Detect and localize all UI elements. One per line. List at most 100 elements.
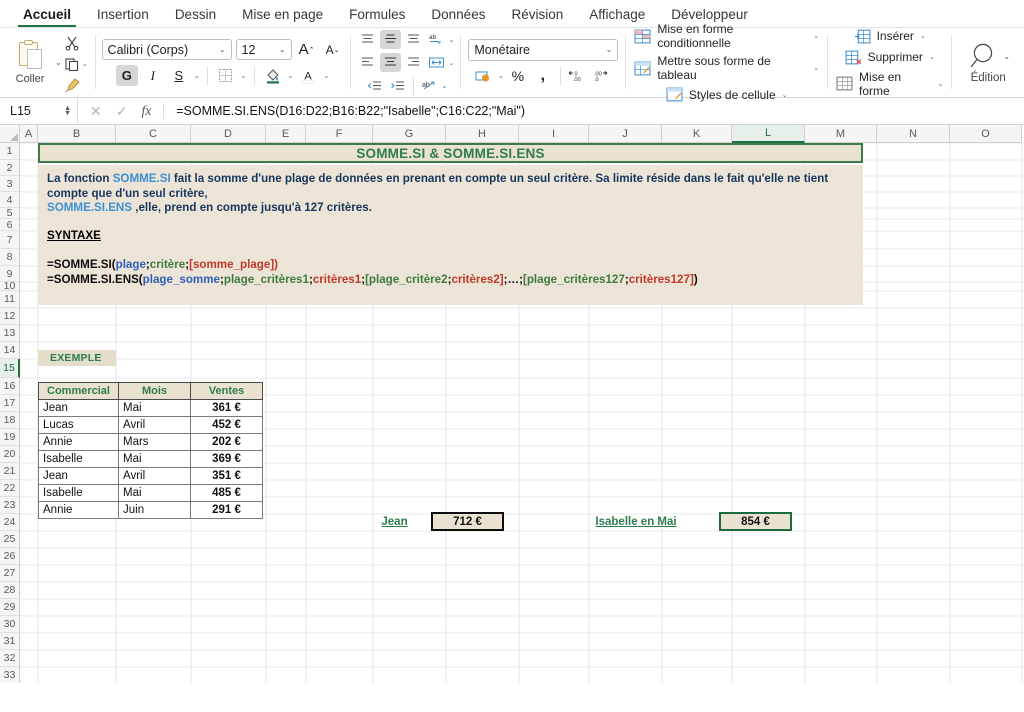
select-all-corner[interactable] <box>0 125 20 143</box>
copy-button[interactable]: ⌄ <box>64 55 88 73</box>
orientation-chevron-down-icon[interactable]: ⌄ <box>449 36 455 44</box>
copy-chevron-down-icon[interactable]: ⌄ <box>82 60 88 68</box>
table-cell[interactable]: Mai <box>118 484 191 502</box>
row-header-5[interactable]: 5 <box>0 207 20 219</box>
number-format-select[interactable]: Monétaire ⌄ <box>468 38 619 61</box>
column-header-G[interactable]: G <box>373 125 446 143</box>
column-header-M[interactable]: M <box>805 125 877 143</box>
row-header-21[interactable]: 21 <box>0 463 20 480</box>
cell-styles-button[interactable]: Styles de cellule ⌄ <box>666 86 788 103</box>
table-cell[interactable]: Avril <box>118 467 191 485</box>
confirm-formula-icon[interactable]: ✓ <box>116 103 128 120</box>
row-header-11[interactable]: 11 <box>0 291 20 308</box>
underline-button[interactable]: S <box>168 65 190 86</box>
row-header-16[interactable]: 16 <box>0 378 20 395</box>
row-header-20[interactable]: 20 <box>0 446 20 463</box>
insert-cells-button[interactable]: Insérer ⌄ <box>854 28 926 45</box>
column-header-E[interactable]: E <box>266 125 306 143</box>
tab-developpeur[interactable]: Développeur <box>658 5 761 27</box>
column-header-L[interactable]: L <box>732 125 805 143</box>
table-cell[interactable]: Lucas <box>38 416 119 434</box>
formula-input[interactable]: =SOMME.SI.ENS(D16:D22;B16:B22;"Isabelle"… <box>164 104 525 118</box>
format-cells-button[interactable]: Mise en forme ⌄ <box>836 70 943 98</box>
column-header-A[interactable]: A <box>20 125 38 143</box>
column-header-I[interactable]: I <box>519 125 589 143</box>
tab-affichage[interactable]: Affichage <box>576 5 658 27</box>
tab-donnees[interactable]: Données <box>418 5 498 27</box>
tab-formules[interactable]: Formules <box>336 5 418 27</box>
font-color-chevron-down-icon[interactable]: ⌄ <box>323 72 329 80</box>
result-value-jean[interactable]: 712 € <box>431 512 504 531</box>
delete-cells-button[interactable]: Supprimer ⌄ <box>845 49 935 66</box>
row-header-17[interactable]: 17 <box>0 395 20 412</box>
tab-revision[interactable]: Révision <box>498 5 576 27</box>
decrease-indent-button[interactable] <box>364 76 385 95</box>
row-header-27[interactable]: 27 <box>0 565 20 582</box>
column-header-B[interactable]: B <box>38 125 116 143</box>
table-cell[interactable]: Juin <box>118 501 191 519</box>
row-header-3[interactable]: 3 <box>0 176 20 192</box>
table-cell[interactable]: Jean <box>38 399 119 417</box>
increase-decimal-button[interactable]: .0 .00 <box>567 66 589 87</box>
table-cell[interactable]: Mai <box>118 450 191 468</box>
italic-button[interactable]: I <box>142 65 164 86</box>
underline-chevron-down-icon[interactable]: ⌄ <box>194 72 200 80</box>
table-cell[interactable]: Isabelle <box>38 484 119 502</box>
decrease-font-size-button[interactable]: A ⌄ <box>322 39 344 60</box>
row-header-33[interactable]: 33 <box>0 667 20 683</box>
row-header-18[interactable]: 18 <box>0 412 20 429</box>
table-cell[interactable]: 485 € <box>190 484 263 502</box>
format-painter-button[interactable] <box>64 76 88 94</box>
increase-indent-button[interactable] <box>387 76 408 95</box>
align-bottom-button[interactable] <box>403 30 424 49</box>
row-header-26[interactable]: 26 <box>0 548 20 565</box>
column-header-C[interactable]: C <box>116 125 191 143</box>
table-cell[interactable]: Annie <box>38 501 119 519</box>
increase-font-size-button[interactable]: A ⌃ <box>296 39 318 60</box>
table-cell[interactable]: 369 € <box>190 450 263 468</box>
editing-button[interactable]: ⌄ Édition <box>966 41 1010 84</box>
row-header-2[interactable]: 2 <box>0 160 20 176</box>
row-header-25[interactable]: 25 <box>0 531 20 548</box>
table-cell[interactable]: Mai <box>118 399 191 417</box>
percent-format-button[interactable]: % <box>507 66 529 87</box>
column-header-F[interactable]: F <box>306 125 373 143</box>
currency-format-button[interactable] <box>473 66 495 87</box>
row-header-8[interactable]: 8 <box>0 249 20 266</box>
column-header-K[interactable]: K <box>662 125 732 143</box>
name-box[interactable]: L15 ▲ ▼ <box>0 98 78 124</box>
currency-chevron-down-icon[interactable]: ⌄ <box>498 72 504 80</box>
wrap-text-button[interactable]: ab <box>419 76 440 95</box>
font-family-select[interactable]: Calibri (Corps) ⌄ <box>101 39 232 60</box>
row-header-22[interactable]: 22 <box>0 480 20 497</box>
orientation-button[interactable]: ab <box>426 30 447 49</box>
row-header-15[interactable]: 15 <box>0 359 20 378</box>
comma-format-button[interactable]: , <box>532 66 554 87</box>
cancel-formula-icon[interactable]: ✕ <box>90 103 102 120</box>
table-cell[interactable]: Jean <box>38 467 119 485</box>
row-header-6[interactable]: 6 <box>0 219 20 231</box>
selected-cell-L15[interactable]: 854 € <box>719 512 792 531</box>
column-header-J[interactable]: J <box>589 125 662 143</box>
decrease-decimal-button[interactable]: .00 .0 <box>592 66 614 87</box>
row-header-13[interactable]: 13 <box>0 325 20 342</box>
insert-function-icon[interactable]: fx <box>141 103 151 119</box>
row-header-31[interactable]: 31 <box>0 633 20 650</box>
merge-cells-button[interactable] <box>426 53 447 72</box>
row-header-29[interactable]: 29 <box>0 599 20 616</box>
name-box-spinner[interactable]: ▲ ▼ <box>64 105 71 117</box>
row-header-1[interactable]: 1 <box>0 143 20 160</box>
row-header-30[interactable]: 30 <box>0 616 20 633</box>
table-cell[interactable]: Isabelle <box>38 450 119 468</box>
table-cell[interactable]: 452 € <box>190 416 263 434</box>
table-cell[interactable]: 361 € <box>190 399 263 417</box>
tab-mise-en-page[interactable]: Mise en page <box>229 5 336 27</box>
table-cell[interactable]: 202 € <box>190 433 263 451</box>
font-size-select[interactable]: 12 ⌄ <box>235 39 292 60</box>
row-header-28[interactable]: 28 <box>0 582 20 599</box>
fill-color-chevron-down-icon[interactable]: ⌄ <box>288 72 294 80</box>
row-header-24[interactable]: 24 <box>0 514 20 531</box>
cut-button[interactable] <box>64 34 88 52</box>
row-header-23[interactable]: 23 <box>0 497 20 514</box>
format-as-table-button[interactable]: Mettre sous forme de tableau ⌄ <box>634 54 819 82</box>
